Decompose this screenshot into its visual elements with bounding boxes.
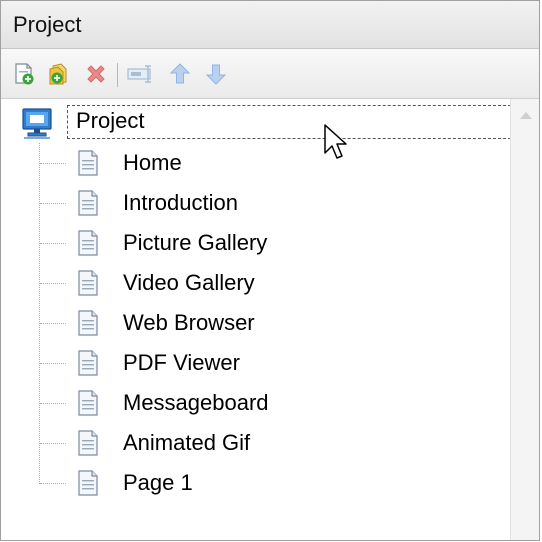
- panel-title: Project: [13, 12, 82, 37]
- scroll-up-arrow-icon[interactable]: [520, 112, 532, 119]
- tree-item-home[interactable]: Home: [1, 143, 511, 183]
- page-icon: [77, 350, 99, 381]
- move-down-button[interactable]: [201, 59, 231, 89]
- tree-item-label: Web Browser: [123, 310, 255, 335]
- tree-branch-line: [40, 203, 66, 204]
- tree-item-web-browser[interactable]: Web Browser: [1, 303, 511, 343]
- tree-branch-line: [40, 283, 66, 284]
- add-page-button[interactable]: [9, 59, 39, 89]
- tree-item-label: Home: [123, 150, 182, 175]
- tree-item-label: Animated Gif: [123, 430, 251, 455]
- tree-branch-line: [40, 443, 66, 444]
- computer-icon: [21, 107, 53, 146]
- tree-item-label: PDF Viewer: [123, 350, 240, 375]
- tree-root-project[interactable]: Project: [1, 103, 511, 141]
- toolbar: [1, 49, 539, 99]
- page-icon: [77, 430, 99, 461]
- tree-branch-line: [40, 163, 66, 164]
- toolbar-separator: [117, 63, 118, 87]
- panel-titlebar: Project: [1, 1, 539, 49]
- tree-root-label[interactable]: Project: [67, 105, 511, 139]
- delete-icon: [87, 65, 105, 83]
- tree-branch-line: [40, 363, 66, 364]
- tree-item-video-gallery[interactable]: Video Gallery: [1, 263, 511, 303]
- rename-button[interactable]: [125, 59, 155, 89]
- tree-item-picture-gallery[interactable]: Picture Gallery: [1, 223, 511, 263]
- page-icon: [77, 310, 99, 341]
- tree-item-label: Introduction: [123, 190, 238, 215]
- tree-item-label: Page 1: [123, 470, 193, 495]
- add-folder-button[interactable]: [45, 59, 75, 89]
- page-icon: [77, 270, 99, 301]
- tree-item-messageboard[interactable]: Messageboard: [1, 383, 511, 423]
- page-icon: [77, 230, 99, 261]
- tree-item-label: Video Gallery: [123, 270, 255, 295]
- tree-item-page-1[interactable]: Page 1: [1, 463, 511, 503]
- tree-item-introduction[interactable]: Introduction: [1, 183, 511, 223]
- tree-branch-line: [40, 323, 66, 324]
- move-up-button[interactable]: [165, 59, 195, 89]
- page-icon: [77, 390, 99, 421]
- project-panel: Project Project Home Introduction Pictur…: [0, 0, 540, 541]
- delete-button[interactable]: [81, 59, 111, 89]
- tree-branch-line: [40, 403, 66, 404]
- move-down-icon: [205, 64, 227, 85]
- project-tree[interactable]: Project Home Introduction Picture Galler…: [1, 99, 511, 540]
- page-icon: [77, 150, 99, 181]
- add-folder-icon: [49, 63, 67, 85]
- tree-branch-line: [40, 243, 66, 244]
- add-page-icon: [15, 63, 34, 85]
- mouse-cursor-icon: [323, 123, 349, 168]
- page-icon: [77, 470, 99, 501]
- tree-item-label: Messageboard: [123, 390, 269, 415]
- tree-item-animated-gif[interactable]: Animated Gif: [1, 423, 511, 463]
- tree-item-pdf-viewer[interactable]: PDF Viewer: [1, 343, 511, 383]
- vertical-scrollbar[interactable]: [510, 99, 539, 540]
- tree-branch-line: [40, 483, 66, 484]
- move-up-icon: [169, 63, 191, 84]
- rename-icon: [127, 65, 151, 83]
- tree-item-label: Picture Gallery: [123, 230, 268, 255]
- page-icon: [77, 190, 99, 221]
